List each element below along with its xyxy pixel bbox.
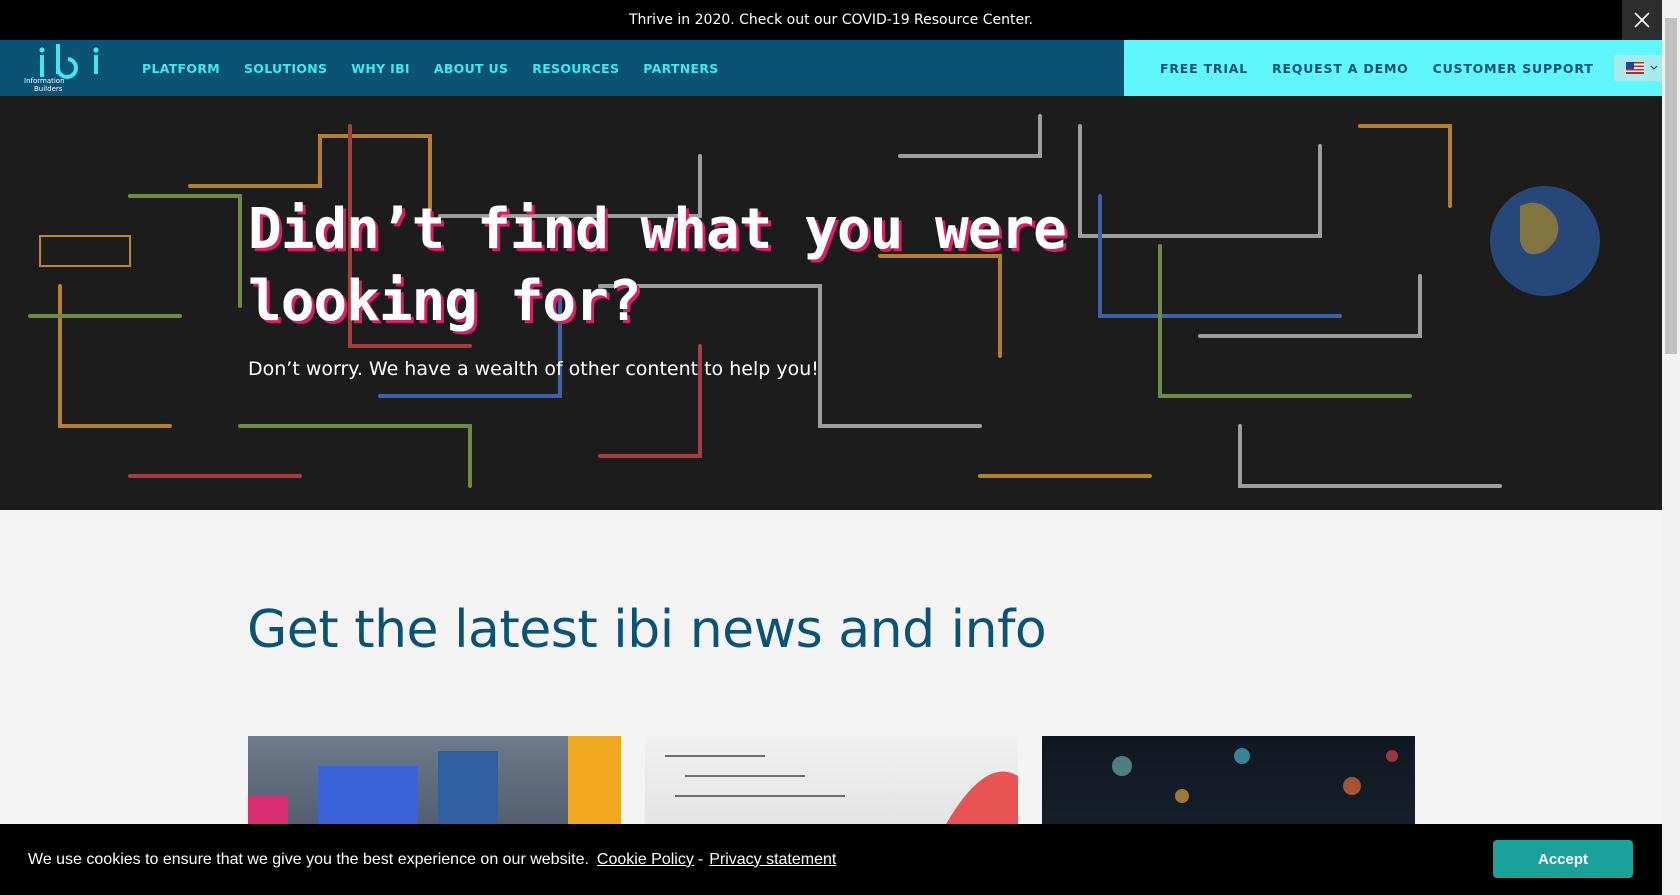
- main-nav: Information Builders PLATFORM SOLUTIONS …: [0, 40, 1680, 96]
- news-card-image-3: [1112, 748, 1398, 803]
- cookie-link-separator: -: [697, 850, 704, 868]
- secondary-nav: FREE TRIAL REQUEST A DEMO CUSTOMER SUPPO…: [1124, 40, 1680, 96]
- primary-links: PLATFORM SOLUTIONS WHY IBI ABOUT US RESO…: [130, 61, 731, 76]
- page: Thrive in 2020. Check out our COVID-19 R…: [0, 0, 1680, 895]
- accept-cookies-button[interactable]: Accept: [1493, 840, 1633, 878]
- cookie-banner: We use cookies to ensure that we give yo…: [0, 824, 1662, 895]
- nav-free-trial[interactable]: FREE TRIAL: [1160, 61, 1248, 76]
- nav-about-us[interactable]: ABOUT US: [422, 61, 520, 76]
- news-card-image-1: [248, 736, 621, 826]
- close-announcement-button[interactable]: [1622, 0, 1662, 40]
- us-flag-icon: [1625, 62, 1644, 74]
- nav-resources[interactable]: RESOURCES: [520, 61, 631, 76]
- chevron-down-icon: [1650, 65, 1657, 70]
- nav-customer-support[interactable]: CUSTOMER SUPPORT: [1433, 61, 1594, 76]
- ibi-logo-mark: Information Builders: [24, 44, 99, 93]
- hero-title: Didn’t find what you were looking for?: [248, 197, 1067, 334]
- close-icon: [1634, 12, 1650, 28]
- news-card-image-2: [665, 755, 1018, 826]
- announcement-link[interactable]: Thrive in 2020. Check out our COVID-19 R…: [629, 12, 1033, 28]
- privacy-statement-link[interactable]: Privacy statement: [709, 851, 836, 869]
- nav-platform[interactable]: PLATFORM: [130, 61, 232, 76]
- cookie-policy-link[interactable]: Cookie Policy: [597, 851, 694, 869]
- nav-request-demo[interactable]: REQUEST A DEMO: [1272, 61, 1409, 76]
- scrollbar-thumb[interactable]: [1665, 18, 1677, 354]
- nav-solutions[interactable]: SOLUTIONS: [232, 61, 339, 76]
- announcement-bar: Thrive in 2020. Check out our COVID-19 R…: [0, 0, 1662, 40]
- section-title: Get the latest ibi news and info: [247, 600, 1047, 660]
- cookie-message: We use cookies to ensure that we give yo…: [28, 850, 589, 868]
- logo-line1: Information: [24, 77, 65, 85]
- ibi-logo[interactable]: Information Builders: [18, 40, 130, 96]
- logo-line2: Builders: [34, 85, 63, 93]
- hero-subtitle: Don’t worry. We have a wealth of other c…: [248, 358, 819, 380]
- nav-why-ibi[interactable]: WHY IBI: [339, 61, 422, 76]
- nav-partners[interactable]: PARTNERS: [631, 61, 730, 76]
- hero-banner: Didn’t find what you were looking for? D…: [0, 96, 1662, 510]
- page-scrollbar[interactable]: [1662, 0, 1680, 895]
